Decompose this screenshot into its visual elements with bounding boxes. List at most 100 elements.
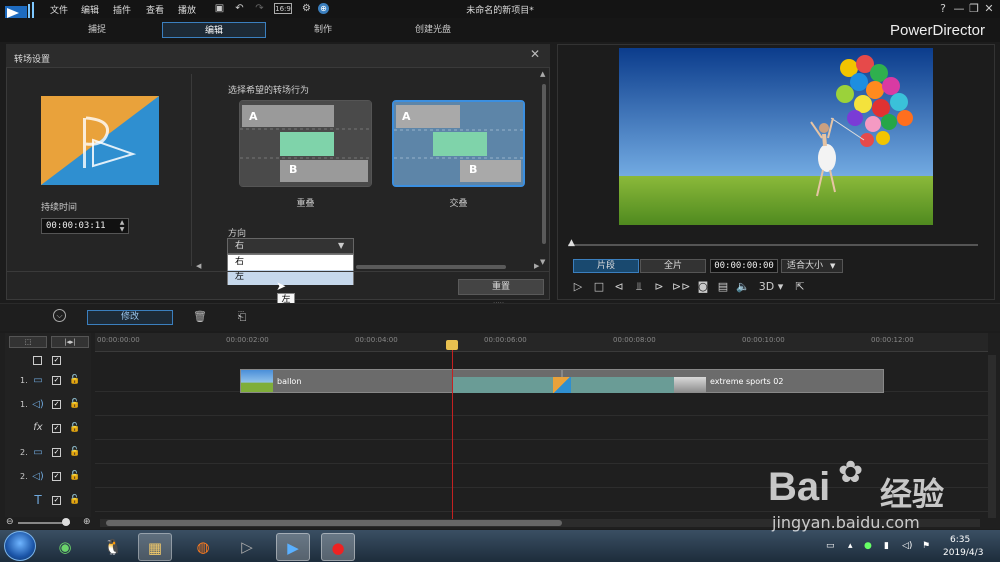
vscroll-thumb[interactable] [542, 84, 546, 244]
volume-icon[interactable]: 🔈 [735, 279, 751, 294]
preview-fit-select[interactable]: 适合大小 ▼ [781, 259, 843, 273]
settings-gear-icon[interactable]: ⚙ [301, 3, 312, 14]
previous-frame-icon[interactable]: ⊲ [611, 279, 627, 294]
movie-mode-toggle[interactable]: 全片 [640, 259, 706, 273]
restore-button[interactable]: ❐ [967, 2, 981, 16]
scrubber-handle-icon[interactable]: ▲ [568, 238, 575, 248]
app-explorer-icon[interactable]: ▦ [138, 533, 172, 561]
three-d-button[interactable]: 3D ▾ [758, 279, 784, 294]
track-lock-icon[interactable]: 🔓 [69, 495, 80, 505]
playhead-line[interactable] [452, 341, 453, 525]
ruler-label: 00:00:08:00 [613, 336, 656, 344]
menu-edit[interactable]: 编辑 [81, 3, 99, 16]
split-icon[interactable]: ⫫ [631, 279, 647, 294]
direction-option-right[interactable]: 右 [228, 255, 353, 270]
fit-select-label: 适合大小 [787, 261, 824, 271]
direction-dropdown-list: 右 左 [227, 254, 354, 285]
scroll-thumb[interactable] [356, 265, 506, 269]
all-tracks-enabled-checkbox[interactable]: ✓ [52, 356, 61, 365]
timeline-vertical-scrollbar[interactable] [988, 355, 996, 518]
zoom-out-icon[interactable]: ⊖ [6, 517, 14, 527]
duration-input[interactable]: 00:00:03:11 [41, 218, 129, 234]
behavior-overlap-option[interactable]: A B [239, 100, 372, 187]
chevron-down-icon[interactable]: ▼ [338, 238, 344, 254]
preview-timecode[interactable]: 00:00:00:00 [710, 259, 778, 273]
panel-close-icon[interactable]: ✕ [530, 47, 540, 61]
zoom-slider-knob[interactable] [62, 518, 70, 526]
app-360-icon[interactable]: ◉ [48, 533, 82, 561]
resize-grip-icon[interactable]: ····· [493, 299, 504, 307]
fast-forward-icon[interactable]: ⊳⊳ [672, 279, 690, 294]
baidu-jingyan-watermark: Bai ✿ 经验 jingyan.baidu.com [768, 455, 968, 545]
track-enable-checkbox[interactable]: ✓ [52, 472, 61, 481]
track-lock-icon[interactable]: 🔓 [69, 399, 80, 409]
undock-icon[interactable]: ⇱ [792, 279, 808, 294]
menu-view[interactable]: 查看 [146, 3, 164, 16]
track-lock-icon[interactable]: 🔓 [69, 375, 80, 385]
ruler-label: 00:00:02:00 [226, 336, 269, 344]
panel-vertical-scrollbar[interactable]: ▲ ▼ [539, 70, 549, 270]
aspect-ratio-icon[interactable]: 16:9 [274, 3, 292, 14]
mouse-cursor-icon: ➤ [276, 279, 287, 293]
track-enable-checkbox[interactable]: ✓ [52, 400, 61, 409]
tab-edit[interactable]: 编辑 [162, 22, 266, 38]
track-enable-checkbox[interactable]: ✓ [52, 424, 61, 433]
app-powerdirector-icon[interactable]: ▶ [276, 533, 310, 561]
menu-playback[interactable]: 播放 [178, 3, 196, 16]
ruler-label: 00:00:00:00 [97, 336, 140, 344]
timeline-scroll-thumb[interactable] [106, 520, 562, 526]
close-button[interactable]: ✕ [982, 2, 996, 16]
playhead-handle[interactable] [446, 340, 458, 350]
reset-button[interactable]: 重置 [458, 279, 544, 295]
zoom-in-icon[interactable]: ⊕ [83, 517, 91, 527]
scroll-down-icon[interactable]: ▼ [540, 258, 545, 266]
scroll-left-icon[interactable]: ◀ [196, 262, 201, 270]
track-lock-icon[interactable]: 🔓 [69, 423, 80, 433]
modify-button[interactable]: 修改 [87, 310, 173, 325]
all-tracks-checkbox[interactable] [33, 356, 42, 365]
direction-select[interactable]: 右 [227, 238, 354, 254]
play-icon[interactable]: ▷ [570, 279, 586, 294]
start-button[interactable] [4, 531, 36, 561]
upgrade-icon[interactable]: ⊕ [318, 3, 329, 14]
preview-scrubber[interactable] [568, 244, 978, 246]
snapshot-icon[interactable]: ◙ [695, 279, 711, 294]
tab-create-disc[interactable]: 创建光盘 [381, 22, 485, 38]
next-frame-icon[interactable]: ⊳ [651, 279, 667, 294]
scroll-up-icon[interactable]: ▲ [540, 70, 545, 78]
track-manager-icon[interactable]: ⬚ [9, 336, 47, 348]
duration-spinner[interactable]: ▲ ▼ [117, 219, 127, 233]
menu-file[interactable]: 文件 [50, 3, 68, 16]
tab-produce[interactable]: 制作 [271, 22, 375, 38]
redo-icon[interactable]: ↷ [254, 3, 265, 14]
app-qq-icon[interactable]: 🐧 [96, 533, 130, 561]
fit-chevron-icon: ▼ [830, 262, 836, 270]
menu-plugins[interactable]: 插件 [113, 3, 131, 16]
minimize-button[interactable]: — [952, 2, 966, 16]
app-recorder-icon[interactable]: ● [321, 533, 355, 561]
panel-header [6, 44, 550, 68]
track-lock-icon[interactable]: 🔓 [69, 447, 80, 457]
app-firefox-icon[interactable]: ◍ [186, 533, 220, 561]
delete-trash-icon[interactable]: 🗑 [192, 309, 208, 325]
behavior-cross-option[interactable]: A B [392, 100, 525, 187]
tab-capture[interactable]: 捕捉 [45, 22, 149, 38]
clock-date[interactable]: 2019/4/3 [943, 548, 983, 558]
help-button[interactable]: ? [936, 2, 950, 16]
track-enable-checkbox[interactable]: ✓ [52, 496, 61, 505]
transition-thumbnail-icon[interactable] [553, 377, 571, 393]
audio-track-icon: ◁) [32, 471, 44, 482]
undo-icon[interactable]: ↶ [234, 3, 245, 14]
save-icon[interactable]: ▣ [214, 3, 225, 14]
subtitle-icon[interactable]: ▤ [715, 279, 731, 294]
app-camtasia-icon[interactable]: ▷ [230, 533, 264, 561]
direction-option-left[interactable]: 左 [228, 270, 353, 285]
track-enable-checkbox[interactable]: ✓ [52, 448, 61, 457]
clip-mode-toggle[interactable]: 片段 [573, 259, 639, 273]
stop-icon[interactable]: □ [591, 279, 607, 294]
fit-timeline-icon[interactable]: |◂▸| [51, 336, 89, 348]
clip-properties-icon[interactable]: ⎗ [234, 309, 250, 325]
track-lock-icon[interactable]: 🔓 [69, 471, 80, 481]
track-enable-checkbox[interactable]: ✓ [52, 376, 61, 385]
tool-menu-icon[interactable]: ⌵ [53, 309, 66, 322]
